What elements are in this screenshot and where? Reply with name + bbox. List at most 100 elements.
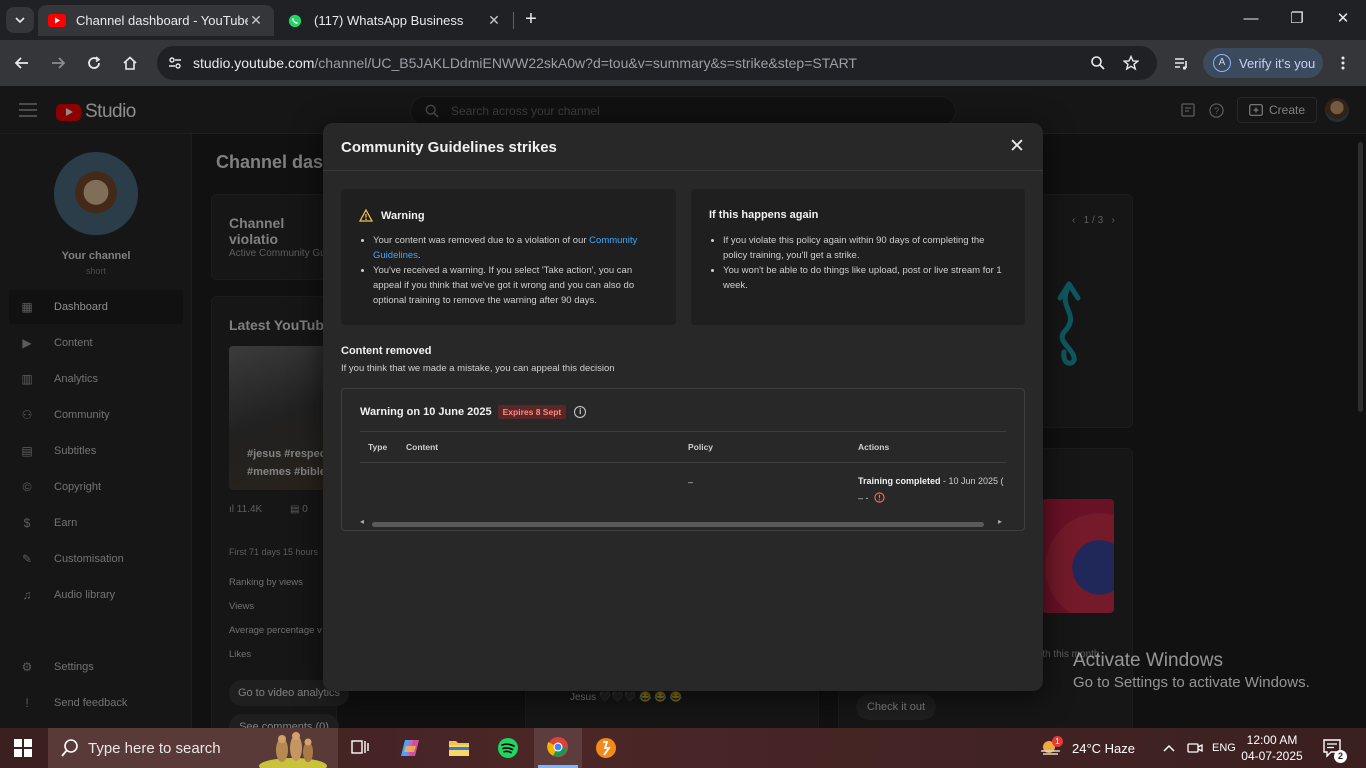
search-icon <box>61 739 78 757</box>
chevron-up-icon <box>1163 744 1175 752</box>
url-host: studio.youtube.com <box>193 55 315 71</box>
notification-count: 2 <box>1334 750 1347 763</box>
actions-cell: Training completed - 10 Jun 2025 ( <box>858 476 1004 486</box>
copilot-icon[interactable] <box>398 736 422 760</box>
close-tab-icon[interactable]: ✕ <box>248 12 264 29</box>
weather-widget[interactable]: 1 24°C Haze <box>1040 728 1135 768</box>
back-button[interactable] <box>11 52 33 74</box>
spotify-icon[interactable] <box>496 736 520 760</box>
system-clock[interactable]: 12:00 AM 04-07-2025 <box>1240 732 1304 764</box>
info-icon[interactable]: i <box>574 406 587 418</box>
browser-tab-strip: Channel dashboard - YouTube S ✕ (117) Wh… <box>0 0 1366 40</box>
clock-date: 04-07-2025 <box>1241 749 1303 763</box>
media-control-button[interactable] <box>1170 52 1192 74</box>
warning-bullet-1-end: . <box>417 250 421 261</box>
address-bar[interactable]: studio.youtube.com/channel/UC_B5JAKLDdmi… <box>157 46 1157 80</box>
home-icon <box>123 56 137 70</box>
tab-title: Channel dashboard - YouTube S <box>76 13 248 28</box>
again-bullet-1: If you violate this policy again within … <box>723 233 1011 263</box>
close-tab-icon[interactable]: ✕ <box>486 12 502 29</box>
back-arrow-icon <box>14 57 28 69</box>
windows-start-icon[interactable] <box>14 739 32 757</box>
activate-windows-watermark: Activate Windows Go to Settings to activ… <box>1073 650 1310 691</box>
warning-panel: Warning Your content was removed due to … <box>341 189 676 325</box>
column-header-actions: Actions <box>858 442 890 452</box>
scrollbar-thumb[interactable] <box>372 522 984 527</box>
reload-icon <box>88 56 101 69</box>
clock-time: 12:00 AM <box>1246 733 1298 747</box>
notification-center-button[interactable]: 2 <box>1322 728 1347 768</box>
close-window-icon[interactable]: ✕ <box>1332 8 1354 30</box>
scroll-right-icon[interactable]: ▸ <box>998 517 1002 526</box>
training-completed-text: Training completed <box>858 476 941 486</box>
whatsapp-favicon-icon <box>288 14 302 27</box>
policy-cell: – <box>688 477 694 487</box>
meet-now-icon[interactable] <box>1187 728 1203 768</box>
warning-heading-text: Warning <box>381 209 425 222</box>
weather-text: 24°C Haze <box>1072 740 1136 756</box>
warning-list: Your content was removed due to a violat… <box>373 233 663 308</box>
actions-cell-line-2: – - <box>858 492 885 503</box>
url-path: /channel/UC_B5JAKLDdmiENWW22skA0w?d=tou&… <box>314 55 857 71</box>
browser-toolbar: studio.youtube.com/channel/UC_B5JAKLDdmi… <box>0 40 1366 86</box>
warning-triangle-icon <box>359 209 373 222</box>
strikes-dialog: Community Guidelines strikes ✕ Warning Y… <box>323 123 1043 691</box>
warning-bullet-2: You've received a warning. If you select… <box>373 263 663 308</box>
tab-title: (117) WhatsApp Business <box>314 13 464 28</box>
scroll-left-icon[interactable]: ◂ <box>360 517 364 526</box>
strike-heading: Warning on 10 June 2025 Expires 8 Sept i <box>360 405 587 419</box>
site-info-icon[interactable] <box>167 55 183 71</box>
chrome-icon <box>547 737 568 757</box>
warning-bullet-1-text: Your content was removed due to a violat… <box>373 235 590 246</box>
chrome-taskbar-button[interactable] <box>534 728 582 768</box>
zoom-icon[interactable] <box>1090 55 1106 71</box>
forward-arrow-icon <box>52 57 66 69</box>
home-button[interactable] <box>119 52 141 74</box>
playlist-icon <box>1175 58 1187 70</box>
close-dialog-icon[interactable]: ✕ <box>1007 137 1027 157</box>
strike-heading-text: Warning on 10 June 2025 <box>360 406 492 418</box>
reload-button[interactable] <box>83 52 105 74</box>
if-happens-again-panel: If this happens again If you violate thi… <box>691 189 1025 325</box>
column-header-type: Type <box>368 442 388 452</box>
again-list: If you violate this policy again within … <box>723 233 1011 293</box>
language-indicator[interactable]: ENG <box>1212 728 1236 768</box>
taskbar-search-input[interactable]: Type here to search <box>48 728 338 768</box>
warning-bullet-1: Your content was removed due to a violat… <box>373 233 663 263</box>
file-explorer-icon[interactable] <box>447 736 471 760</box>
weather-badge: 1 <box>1052 736 1063 747</box>
error-info-icon[interactable] <box>873 492 885 503</box>
table-horizontal-scrollbar[interactable]: ◂ ▸ <box>360 517 1006 528</box>
new-tab-button[interactable]: + <box>520 8 542 30</box>
watermark-line-1: Activate Windows <box>1073 650 1223 671</box>
show-hidden-icons-button[interactable] <box>1163 728 1175 768</box>
browser-menu-button[interactable] <box>1332 52 1354 74</box>
dialog-divider <box>323 170 1043 171</box>
minimize-icon[interactable]: — <box>1240 8 1262 30</box>
restore-icon[interactable]: ❐ <box>1286 8 1308 30</box>
table-header-border <box>360 462 1006 463</box>
fl-studio-icon[interactable] <box>594 736 618 760</box>
taskbar-search-placeholder: Type here to search <box>88 739 221 757</box>
column-header-policy: Policy <box>688 442 714 452</box>
again-heading: If this happens again <box>709 209 819 221</box>
forward-button[interactable] <box>47 52 69 74</box>
content-removed-subtitle: If you think that we made a mistake, you… <box>341 363 615 374</box>
verify-label: Verify it's you <box>1239 55 1316 71</box>
dialog-title: Community Guidelines strikes <box>341 139 557 156</box>
youtube-favicon-icon <box>48 13 66 27</box>
action-date-text: - 10 Jun 2025 ( <box>940 476 1004 486</box>
verify-profile-button[interactable]: A Verify it's you <box>1203 48 1323 78</box>
column-header-content: Content <box>406 442 439 452</box>
expiry-badge: Expires 8 Sept <box>497 405 567 419</box>
tab-channel-dashboard[interactable]: Channel dashboard - YouTube S ✕ <box>38 5 274 36</box>
search-highlight-meerkats-icon <box>259 732 327 768</box>
tab-search-button[interactable] <box>6 7 34 33</box>
table-top-border <box>360 431 1006 432</box>
watermark-line-2: Go to Settings to activate Windows. <box>1073 674 1310 691</box>
task-view-icon[interactable] <box>348 736 372 760</box>
windows-taskbar: Type here to search 1 24°C Haze ENG 12:0… <box>0 728 1366 768</box>
action-line-2-text: – - <box>858 492 869 503</box>
bookmark-star-icon[interactable] <box>1123 55 1139 71</box>
tab-whatsapp[interactable]: (117) WhatsApp Business ✕ <box>276 5 512 36</box>
